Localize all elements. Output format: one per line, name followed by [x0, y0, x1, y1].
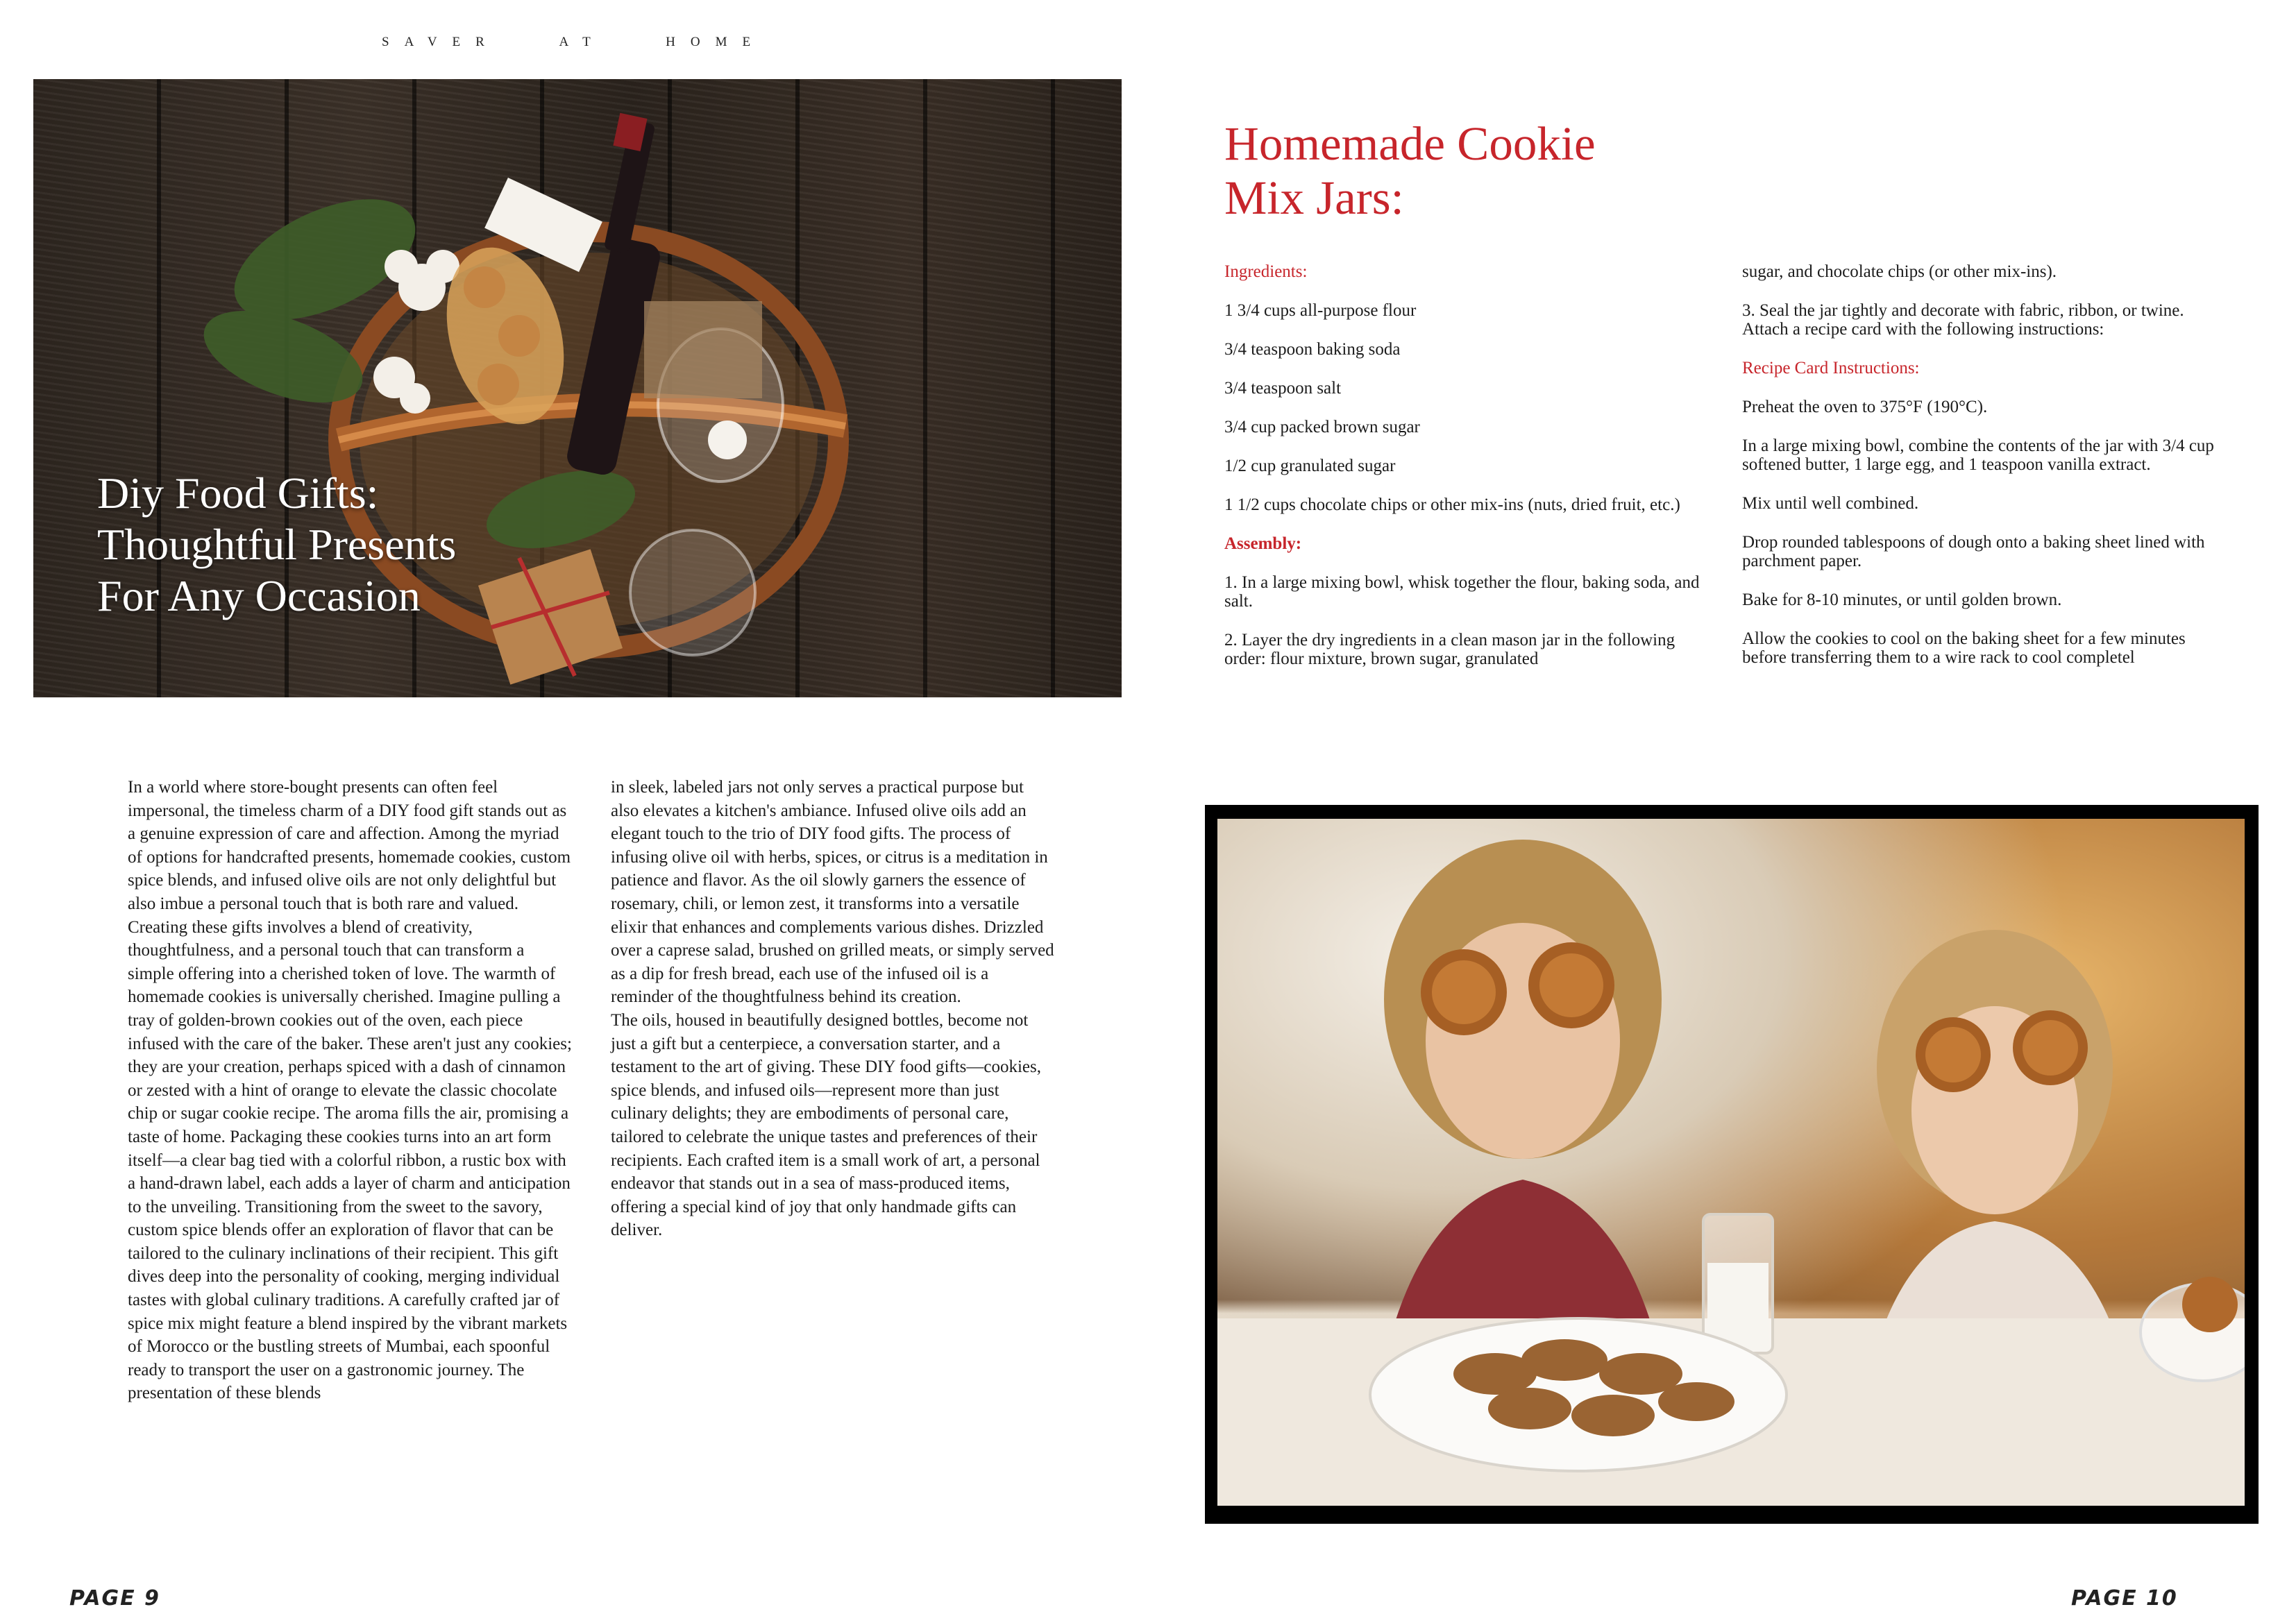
recipe-card-heading: Recipe Card Instructions:	[1742, 359, 1920, 377]
assembly-step-3: 3. Seal the jar tightly and decorate wit…	[1742, 301, 2184, 339]
girls-with-muffins-illustration	[1217, 840, 2245, 1506]
article-column-2-paragraph-2: The oils, housed in beautifully designed…	[611, 1010, 1042, 1240]
assembly-step-2-continued: sugar, and chocolate chips (or other mix…	[1742, 262, 2057, 281]
hero-title-line-1: Diy Food Gifts:	[97, 468, 379, 518]
ingredient-item: 3/4 cup packed brown sugar	[1224, 418, 1420, 436]
recipe-card-step: Mix until well combined.	[1742, 494, 1919, 513]
article-column-2-paragraph-1: in sleek, labeled jars not only serves a…	[611, 778, 1054, 1007]
hero-photo-gift-basket: Diy Food Gifts: Thoughtful Presents For …	[33, 79, 1122, 697]
recipe-column-2: sugar, and chocolate chips (or other mix…	[1742, 262, 2228, 687]
article-column-1: In a world where store-bought presents c…	[128, 778, 572, 1403]
recipe-card-step: Allow the cookies to cool on the baking …	[1742, 629, 2186, 667]
ingredient-item: 3/4 teaspoon salt	[1224, 379, 1342, 398]
ingredients-heading: Ingredients:	[1224, 262, 1308, 281]
photo-girls-with-muffins	[1217, 819, 2245, 1506]
hero-title: Diy Food Gifts: Thoughtful Presents For …	[97, 468, 456, 622]
ingredient-item: 3/4 teaspoon baking soda	[1224, 340, 1401, 359]
assembly-step-1: 1. In a large mixing bowl, whisk togethe…	[1224, 573, 1700, 611]
page-number-right: PAGE 10	[2071, 1586, 2178, 1611]
ingredient-item: 1 1/2 cups chocolate chips or other mix-…	[1224, 495, 1680, 514]
recipe-column-1: Ingredients: 1 3/4 cups all-purpose flou…	[1224, 262, 1710, 688]
recipe-card-step: Bake for 8-10 minutes, or until golden b…	[1742, 590, 2062, 609]
recipe-title: Homemade Cookie Mix Jars:	[1224, 117, 1596, 225]
hero-title-line-2: Thoughtful Presents	[97, 520, 457, 569]
article-column-2: in sleek, labeled jars not only serves a…	[611, 776, 1055, 1242]
recipe-title-line-1: Homemade Cookie	[1224, 117, 1596, 170]
recipe-card-step: Preheat the oven to 375°F (190°C).	[1742, 398, 1988, 416]
page-number-left: PAGE 9	[69, 1586, 160, 1611]
recipe-title-line-2: Mix Jars:	[1224, 171, 1404, 224]
magazine-header: SAVER AT HOME	[382, 35, 766, 49]
hero-title-line-3: For Any Occasion	[97, 571, 421, 620]
ingredient-item: 1/2 cup granulated sugar	[1224, 457, 1396, 475]
assembly-step-2: 2. Layer the dry ingredients in a clean …	[1224, 631, 1675, 668]
recipe-card-step: In a large mixing bowl, combine the cont…	[1742, 436, 2214, 474]
recipe-card-step: Drop rounded tablespoons of dough onto a…	[1742, 533, 2205, 570]
ingredient-item: 1 3/4 cups all-purpose flour	[1224, 301, 1417, 320]
assembly-heading: Assembly:	[1224, 534, 1302, 553]
photo-frame	[1205, 805, 2259, 1524]
